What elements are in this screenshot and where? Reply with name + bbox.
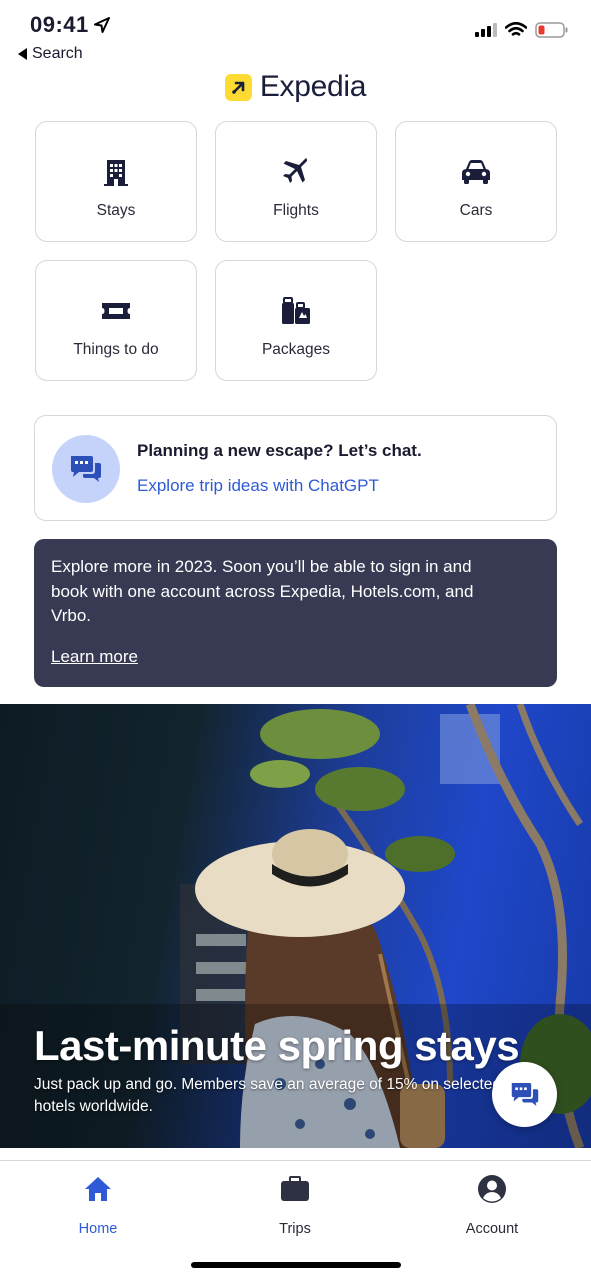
tab-account[interactable]: Account <box>432 1171 552 1237</box>
category-packages-button[interactable]: Packages <box>215 260 377 381</box>
tab-home[interactable]: Home <box>38 1171 158 1237</box>
hero-title: Last-minute spring stays <box>34 1022 520 1069</box>
car-icon <box>461 156 491 188</box>
ticket-icon <box>101 295 131 327</box>
home-icon <box>84 1171 112 1207</box>
expedia-arrow-icon <box>224 73 252 101</box>
category-label: Things to do <box>73 341 159 358</box>
category-flights-button[interactable]: Flights <box>215 121 377 242</box>
category-label: Flights <box>273 202 319 219</box>
back-to-search-button[interactable]: Search <box>18 45 83 63</box>
one-account-banner: Explore more in 2023. Soon you’ll be abl… <box>34 539 557 687</box>
status-time: 09:41 <box>30 12 111 38</box>
tab-home-label: Home <box>78 1221 118 1237</box>
hero-subtitle: Just pack up and go. Members save an ave… <box>34 1076 502 1115</box>
learn-more-link[interactable]: Learn more <box>51 647 138 667</box>
explore-trip-ideas-link[interactable]: Explore trip ideas with ChatGPT <box>137 476 379 496</box>
back-search-label: Search <box>32 45 83 62</box>
chat-bubbles-icon <box>511 1083 538 1106</box>
time-label: 09:41 <box>30 12 89 37</box>
tab-account-label: Account <box>465 1221 519 1237</box>
battery-low-icon <box>535 22 568 38</box>
category-label: Stays <box>96 202 136 219</box>
account-icon <box>477 1171 507 1207</box>
status-bar: 09:41 Search <box>0 0 591 70</box>
expedia-logo: Expedia <box>0 70 591 104</box>
category-stays-button[interactable]: Stays <box>35 121 197 242</box>
chat-bubbles-icon <box>52 435 120 503</box>
category-label: Packages <box>261 341 331 358</box>
location-arrow-icon <box>93 17 110 33</box>
status-icons <box>475 22 569 38</box>
category-label: Cars <box>459 202 493 219</box>
tab-trips-label: Trips <box>279 1221 311 1237</box>
back-triangle-icon <box>18 48 27 60</box>
brand-name: Expedia <box>259 70 367 103</box>
chatgpt-trip-ideas-card[interactable]: Planning a new escape? Let’s chat. Explo… <box>34 415 557 521</box>
category-cars-button[interactable]: Cars <box>395 121 557 242</box>
chat-fab-button[interactable] <box>492 1062 557 1127</box>
chat-card-title: Planning a new escape? Let’s chat. <box>137 441 422 460</box>
luggage-icon <box>281 295 311 327</box>
briefcase-icon <box>280 1171 310 1207</box>
cellular-signal-icon <box>475 23 497 37</box>
tab-trips[interactable]: Trips <box>235 1171 355 1237</box>
banner-text: Explore more in 2023. Soon you’ll be abl… <box>51 557 474 625</box>
category-things-to-do-button[interactable]: Things to do <box>35 260 197 381</box>
wifi-icon <box>505 22 527 36</box>
airplane-icon <box>282 156 310 188</box>
building-icon <box>103 156 129 188</box>
home-indicator[interactable] <box>191 1262 401 1268</box>
